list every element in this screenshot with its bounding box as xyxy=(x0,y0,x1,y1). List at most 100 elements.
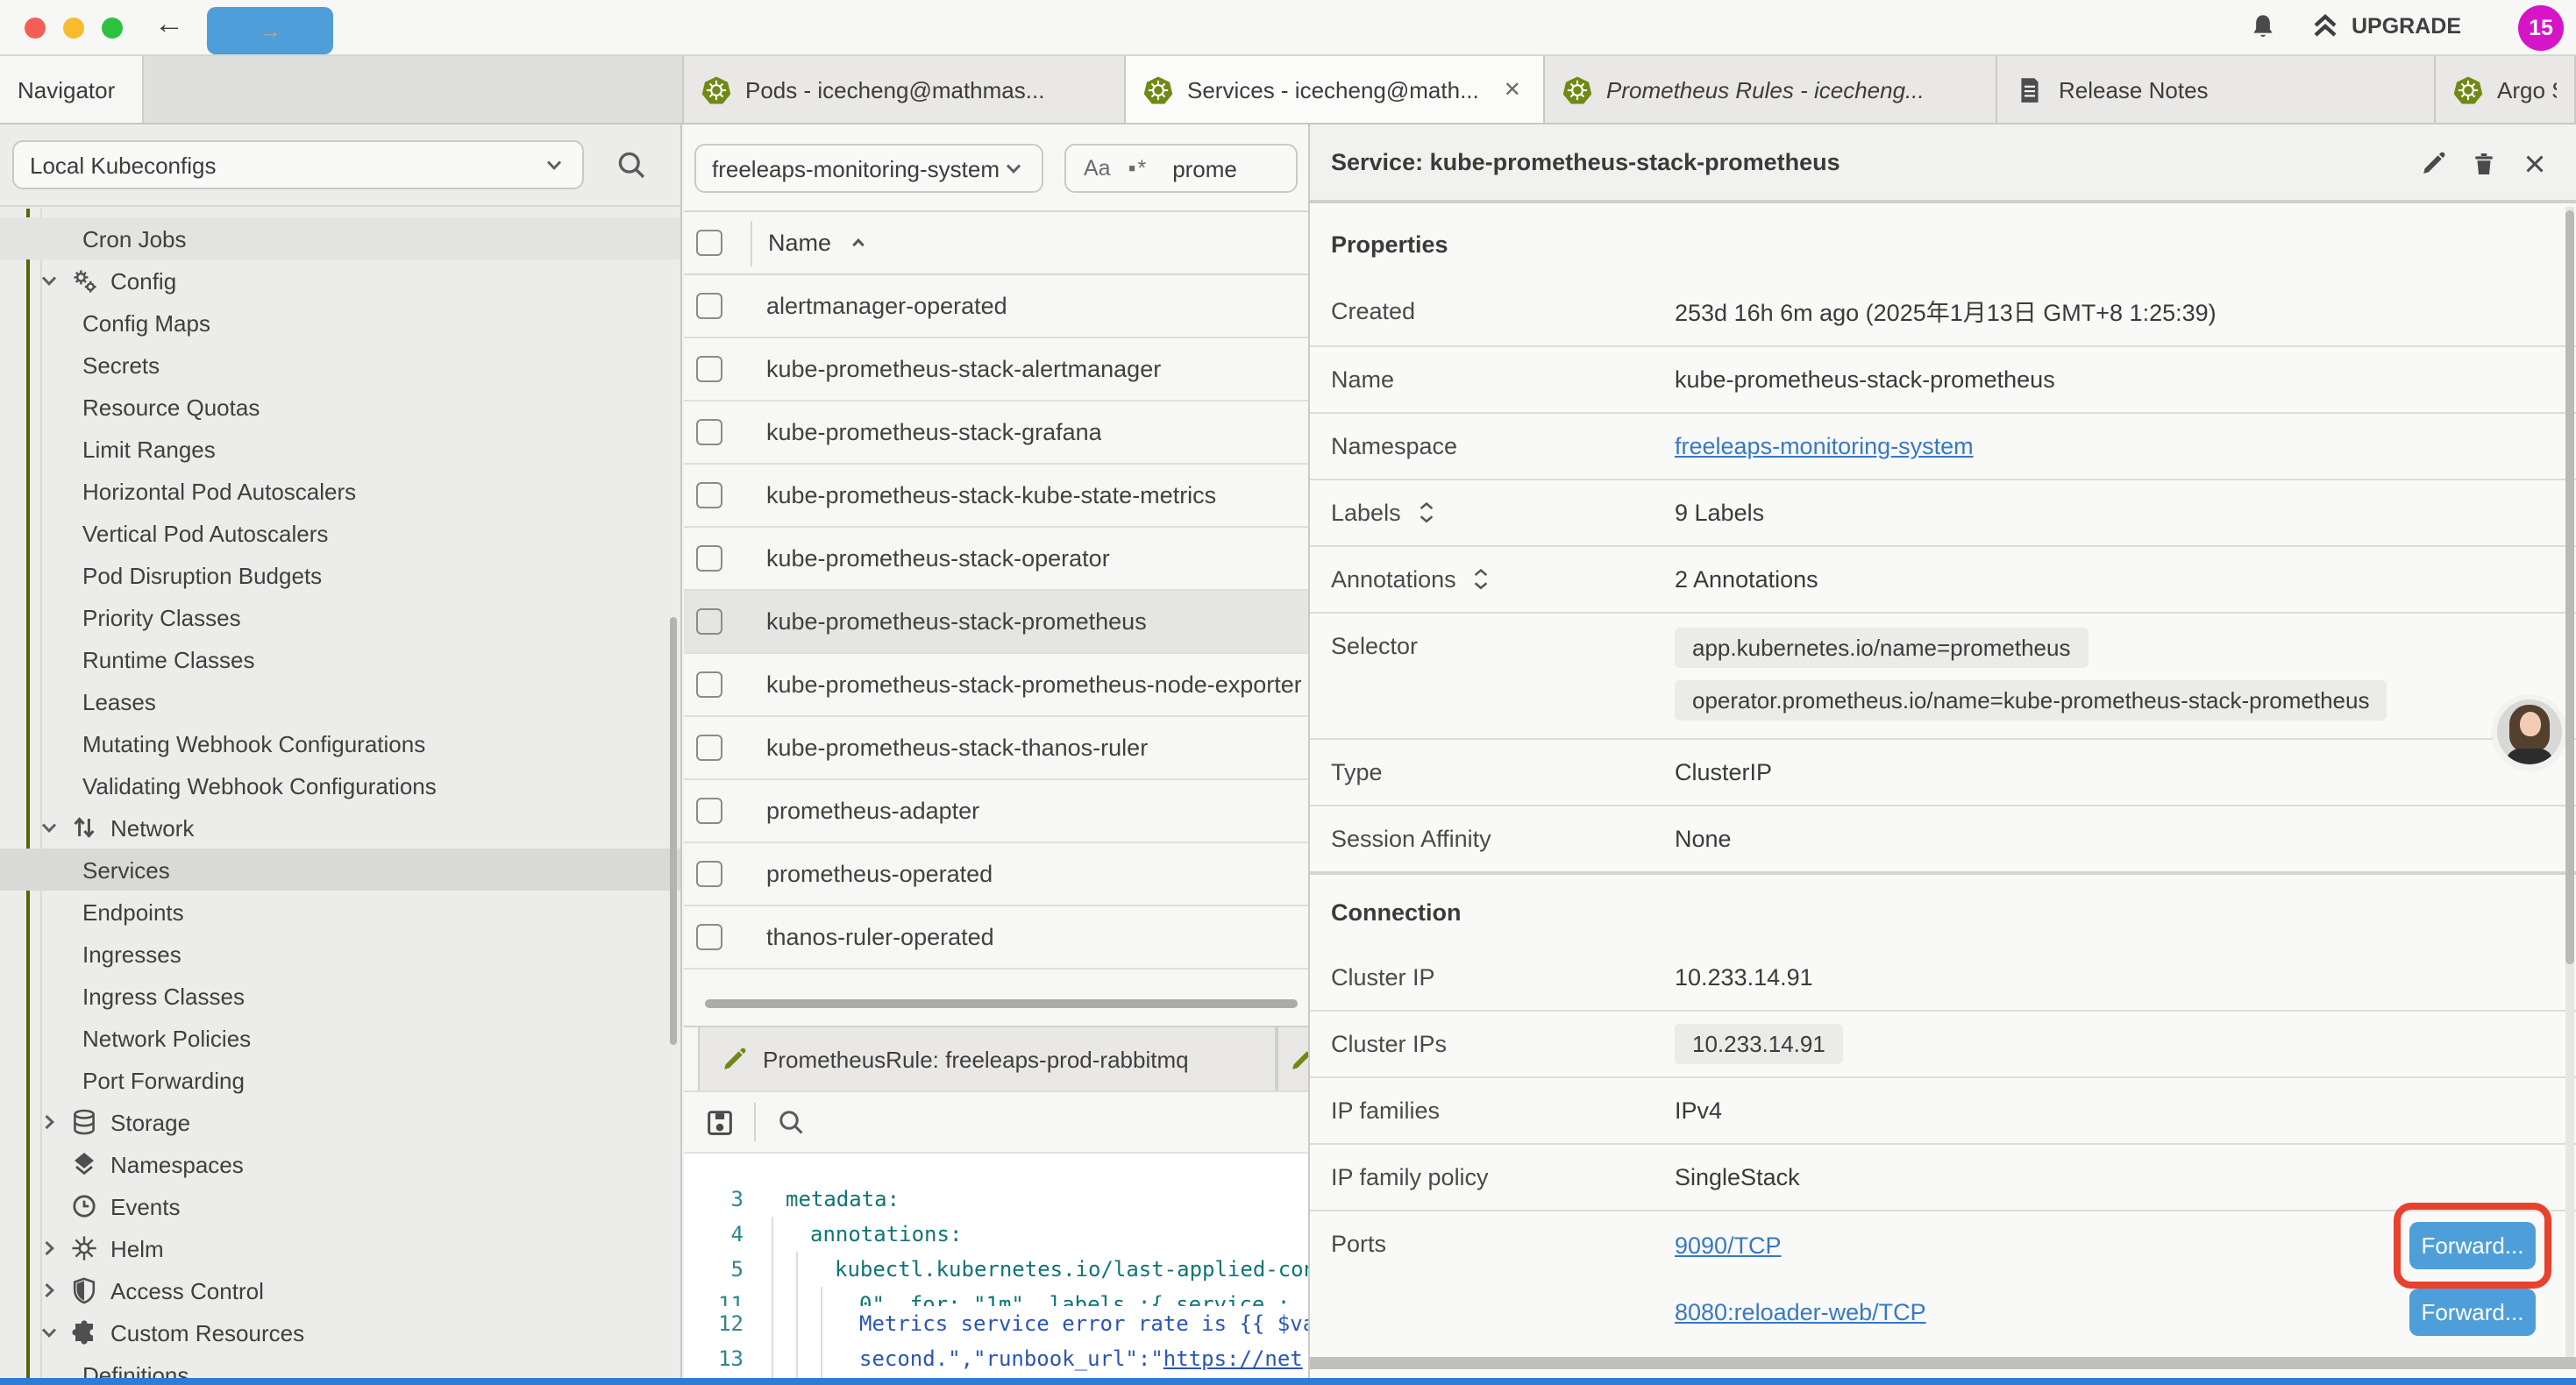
detail-vertical-scrollbar[interactable] xyxy=(2565,207,2574,1367)
sidebar-item-pod-disruption-budgets[interactable]: Pod Disruption Budgets xyxy=(0,554,680,596)
table-horizontal-scrollbar[interactable] xyxy=(705,999,1298,1008)
tab-prometheus-rules-icecheng[interactable]: Prometheus Rules - icecheng... xyxy=(1545,56,1997,123)
select-all-checkbox[interactable] xyxy=(696,230,722,256)
sort-updown-icon[interactable] xyxy=(1417,500,1436,526)
row-checkbox[interactable] xyxy=(696,798,722,824)
tab-release-notes[interactable]: Release Notes xyxy=(1997,56,2436,123)
sidebar-item-resource-quotas[interactable]: Resource Quotas xyxy=(0,386,680,428)
sidebar-item-network[interactable]: Network xyxy=(0,806,680,849)
edit-service-button[interactable] xyxy=(2420,151,2446,177)
sidebar-item-validating-webhook-configurations[interactable]: Validating Webhook Configurations xyxy=(0,764,680,806)
table-row-kube-prometheus-stack-kube-state-metrics[interactable]: kube-prometheus-stack-kube-state-metrics xyxy=(684,465,1308,528)
forward-port-button[interactable]: Forward... xyxy=(2409,1288,2536,1335)
table-row-kube-prometheus-stack-grafana[interactable]: kube-prometheus-stack-grafana xyxy=(684,401,1308,465)
table-row-alertmanager-operated[interactable]: alertmanager-operated xyxy=(684,275,1308,338)
sidebar-item-config[interactable]: Config xyxy=(0,259,680,302)
close-tab-icon[interactable]: ✕ xyxy=(1504,77,1521,102)
table-row-kube-prometheus-stack-alertmanager[interactable]: kube-prometheus-stack-alertmanager xyxy=(684,338,1308,401)
sidebar-item-access-control[interactable]: Access Control xyxy=(0,1269,680,1311)
table-row-kube-prometheus-stack-prometheus-node-exporter[interactable]: kube-prometheus-stack-prometheus-node-ex… xyxy=(684,654,1308,717)
sidebar-item-leases[interactable]: Leases xyxy=(0,680,680,722)
match-case-toggle[interactable]: Aa xyxy=(1084,156,1111,181)
chevron-down-icon[interactable] xyxy=(37,815,61,840)
sidebar-item-events[interactable]: Events xyxy=(0,1185,680,1227)
filter-input[interactable]: Aa ▪* prome xyxy=(1064,144,1298,193)
delete-service-button[interactable] xyxy=(2471,151,2497,177)
kubeconfig-selector[interactable]: Local Kubeconfigs xyxy=(12,140,584,189)
sidebar-item-network-policies[interactable]: Network Policies xyxy=(0,1017,680,1059)
row-checkbox[interactable] xyxy=(696,608,722,635)
chevron-right-icon[interactable] xyxy=(37,1110,61,1134)
row-checkbox[interactable] xyxy=(696,356,722,382)
editor-tab-prometheusrule-freeleaps-prod-rabbitmq[interactable]: PrometheusRule: freeleaps-prod-rabbitmq xyxy=(698,1027,1277,1090)
forward-port-button[interactable]: Forward... xyxy=(2409,1221,2536,1268)
namespace-selector[interactable]: freeleaps-monitoring-system xyxy=(694,144,1043,193)
upgrade-button[interactable]: UPGRADE xyxy=(2311,12,2461,40)
sidebar-item-helm[interactable]: Helm xyxy=(0,1227,680,1269)
row-checkbox[interactable] xyxy=(696,293,722,319)
back-button[interactable]: ← xyxy=(154,7,184,42)
notifications-bell-icon[interactable] xyxy=(2248,12,2278,42)
chevron-right-icon[interactable] xyxy=(37,1278,61,1303)
chevron-down-icon[interactable] xyxy=(37,268,61,293)
sidebar-scrollbar[interactable] xyxy=(670,617,677,1045)
tab-services-icecheng-math[interactable]: Services - icecheng@math...✕ xyxy=(1126,56,1545,123)
editor-search-icon[interactable] xyxy=(777,1108,805,1136)
table-row-kube-prometheus-stack-prometheus[interactable]: kube-prometheus-stack-prometheus xyxy=(684,591,1308,654)
row-checkbox[interactable] xyxy=(696,924,722,950)
forward-button[interactable]: → xyxy=(207,7,333,54)
row-label: Cluster IPs xyxy=(1310,1031,1675,1057)
sidebar-item-mutating-webhook-configurations[interactable]: Mutating Webhook Configurations xyxy=(0,722,680,764)
sidebar-item-config-maps[interactable]: Config Maps xyxy=(0,302,680,344)
window-minimize-button[interactable] xyxy=(63,18,84,39)
column-header-name[interactable]: Name xyxy=(751,220,870,266)
chevron-down-icon[interactable] xyxy=(37,1320,61,1345)
row-checkbox[interactable] xyxy=(696,735,722,761)
table-row-prometheus-adapter[interactable]: prometheus-adapter xyxy=(684,780,1308,843)
row-checkbox[interactable] xyxy=(696,482,722,508)
close-panel-button[interactable] xyxy=(2522,151,2548,177)
table-row-kube-prometheus-stack-operator[interactable]: kube-prometheus-stack-operator xyxy=(684,528,1308,591)
port-link-8080-reloader-web-tcp[interactable]: 8080:reloader-web/TCP xyxy=(1675,1298,1926,1325)
sidebar-item-vertical-pod-autoscalers[interactable]: Vertical Pod Autoscalers xyxy=(0,512,680,554)
chevron-right-icon[interactable] xyxy=(37,1236,61,1261)
tab-argo-se[interactable]: Argo Se xyxy=(2436,56,2576,123)
sidebar-item-ingress-classes[interactable]: Ingress Classes xyxy=(0,975,680,1017)
table-row-thanos-ruler-operated[interactable]: thanos-ruler-operated xyxy=(684,906,1308,970)
port-link-9090-tcp[interactable]: 9090/TCP xyxy=(1675,1232,1782,1258)
window-maximize-button[interactable] xyxy=(102,18,123,39)
sidebar-item-storage[interactable]: Storage xyxy=(0,1101,680,1143)
detail-horizontal-scrollbar[interactable] xyxy=(1310,1357,2576,1369)
sidebar-item-services[interactable]: Services xyxy=(0,849,680,891)
sidebar-item-limit-ranges[interactable]: Limit Ranges xyxy=(0,428,680,470)
sidebar-search-icon[interactable] xyxy=(616,149,647,181)
sidebar-item-priority-classes[interactable]: Priority Classes xyxy=(0,596,680,638)
scrollbar-thumb[interactable] xyxy=(2565,210,2574,964)
row-checkbox[interactable] xyxy=(696,671,722,698)
sidebar-item-runtime-classes[interactable]: Runtime Classes xyxy=(0,638,680,680)
row-checkbox[interactable] xyxy=(696,419,722,445)
notification-count-badge[interactable]: 15 xyxy=(2518,5,2564,51)
save-icon[interactable] xyxy=(705,1107,735,1137)
sidebar-item-ingresses[interactable]: Ingresses xyxy=(0,933,680,975)
sidebar-item-namespaces[interactable]: Namespaces xyxy=(0,1143,680,1185)
sidebar-item-horizontal-pod-autoscalers[interactable]: Horizontal Pod Autoscalers xyxy=(0,470,680,512)
table-row-kube-prometheus-stack-thanos-ruler[interactable]: kube-prometheus-stack-thanos-ruler xyxy=(684,717,1308,780)
editor-tab-partial[interactable] xyxy=(1277,1027,1308,1090)
navigator-tab[interactable]: Navigator xyxy=(0,56,144,123)
regex-toggle[interactable]: ▪* xyxy=(1128,156,1149,181)
window-close-button[interactable] xyxy=(25,18,46,39)
namespace-link[interactable]: freeleaps-monitoring-system xyxy=(1675,433,1974,459)
row-checkbox[interactable] xyxy=(696,545,722,572)
sidebar-item-secrets[interactable]: Secrets xyxy=(0,344,680,386)
tab-pods-icecheng-mathmas[interactable]: Pods - icecheng@mathmas... xyxy=(682,56,1126,123)
table-row-prometheus-operated[interactable]: prometheus-operated xyxy=(684,843,1308,906)
sidebar-item-custom-resources[interactable]: Custom Resources xyxy=(0,1311,680,1353)
user-avatar[interactable] xyxy=(2497,700,2562,764)
yaml-editor[interactable]: 3metadata:4annotations:5kubectl.kubernet… xyxy=(684,1152,1308,1385)
sidebar-item-port-forwarding[interactable]: Port Forwarding xyxy=(0,1059,680,1101)
sort-updown-icon[interactable] xyxy=(1472,566,1491,593)
sidebar-item-cron-jobs[interactable]: Cron Jobs xyxy=(0,217,680,259)
sidebar-item-endpoints[interactable]: Endpoints xyxy=(0,891,680,933)
row-checkbox[interactable] xyxy=(696,861,722,887)
